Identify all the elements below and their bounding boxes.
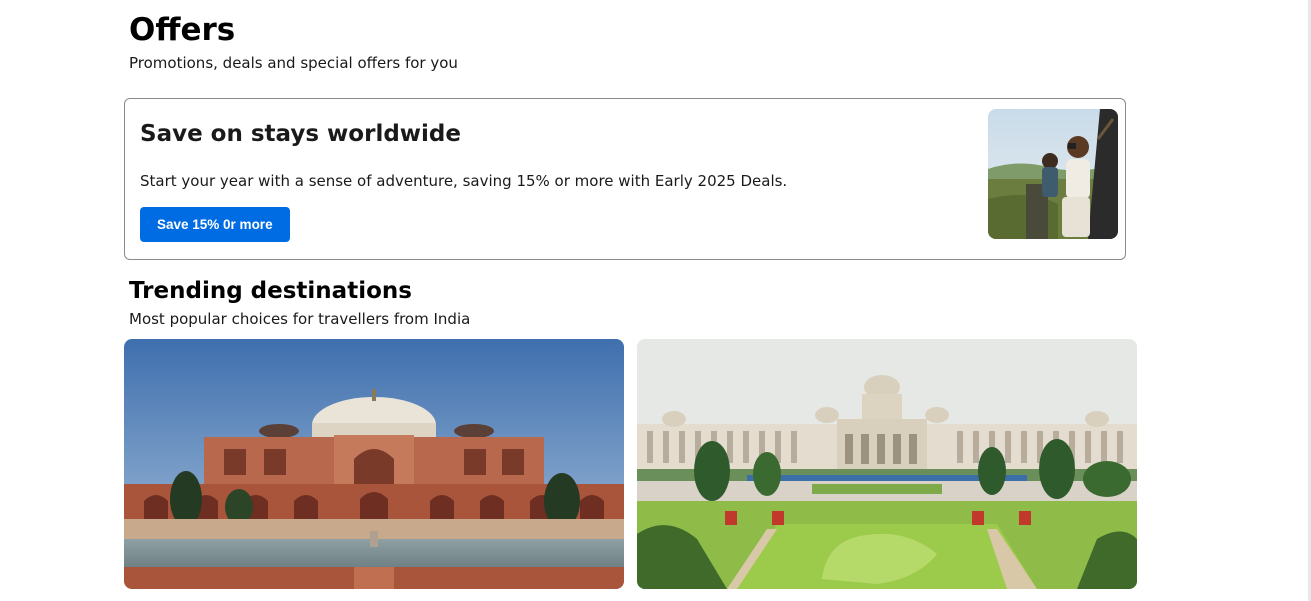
vidhana-soudha-photo — [637, 339, 1137, 589]
offer-photo-image — [988, 109, 1118, 239]
offer-card-description: Start your year with a sense of adventur… — [140, 172, 788, 190]
offers-heading: Offers — [129, 12, 236, 48]
save-15-button[interactable]: Save 15% 0r more — [140, 207, 290, 242]
trending-subtitle: Most popular choices for travellers from… — [129, 310, 471, 328]
destination-card-2[interactable] — [637, 339, 1137, 589]
humayuns-tomb-photo — [124, 339, 624, 589]
trending-heading: Trending destinations — [129, 278, 412, 304]
offers-subtitle: Promotions, deals and special offers for… — [129, 54, 458, 72]
destination-card-1[interactable] — [124, 339, 624, 589]
offer-card[interactable]: Save on stays worldwide Start your year … — [124, 98, 1126, 260]
offer-card-title: Save on stays worldwide — [140, 121, 461, 147]
